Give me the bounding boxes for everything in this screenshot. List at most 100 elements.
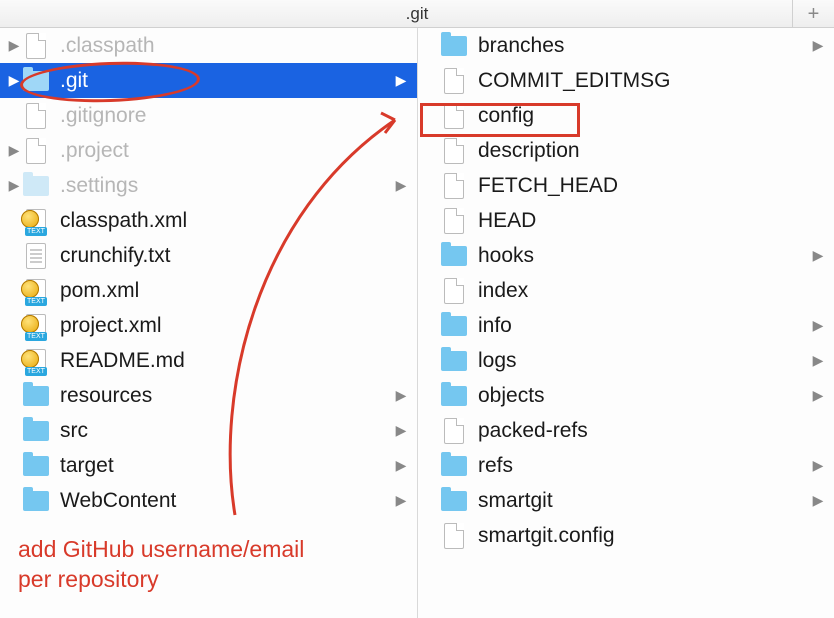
item-label: target xyxy=(60,454,393,478)
list-item[interactable]: index xyxy=(418,273,834,308)
plus-icon: + xyxy=(808,3,820,26)
text-file-icon xyxy=(22,242,50,270)
expand-arrow-left[interactable]: ▶ xyxy=(6,177,22,194)
expand-arrow-right[interactable]: ▶ xyxy=(810,492,834,509)
expand-arrow-right[interactable]: ▶ xyxy=(810,317,834,334)
list-item[interactable]: smartgit▶ xyxy=(418,483,834,518)
item-label: src xyxy=(60,419,393,443)
folder-icon xyxy=(22,172,50,200)
list-item[interactable]: TEXT README.md xyxy=(0,343,417,378)
item-label: .git xyxy=(60,69,393,93)
expand-arrow-right[interactable]: ▶ xyxy=(393,457,417,474)
expand-arrow-right[interactable]: ▶ xyxy=(810,387,834,404)
list-item[interactable]: ▶.git▶ xyxy=(0,63,417,98)
column-right[interactable]: branches▶COMMIT_EDITMSGconfigdescription… xyxy=(418,28,834,618)
list-item[interactable]: .gitignore xyxy=(0,98,417,133)
list-item[interactable]: TEXT project.xml xyxy=(0,308,417,343)
list-item[interactable]: refs▶ xyxy=(418,448,834,483)
new-tab-button[interactable]: + xyxy=(792,0,834,28)
item-label: .gitignore xyxy=(60,104,393,128)
list-item[interactable]: resources▶ xyxy=(0,378,417,413)
list-item[interactable]: crunchify.txt xyxy=(0,238,417,273)
expand-arrow-right[interactable]: ▶ xyxy=(393,72,417,89)
item-label: logs xyxy=(478,349,810,373)
list-item[interactable]: description xyxy=(418,133,834,168)
folder-icon xyxy=(440,382,468,410)
list-item[interactable]: hooks▶ xyxy=(418,238,834,273)
item-label: smartgit xyxy=(478,489,810,513)
list-item[interactable]: TEXTclasspath.xml xyxy=(0,203,417,238)
list-item[interactable]: packed-refs xyxy=(418,413,834,448)
expand-arrow-left[interactable]: ▶ xyxy=(6,72,22,89)
folder-icon xyxy=(22,417,50,445)
list-item[interactable]: objects▶ xyxy=(418,378,834,413)
file-icon xyxy=(440,417,468,445)
list-item[interactable]: WebContent▶ xyxy=(0,483,417,518)
expand-arrow-right[interactable]: ▶ xyxy=(393,387,417,404)
file-icon xyxy=(440,102,468,130)
folder-icon xyxy=(440,312,468,340)
xml-file-icon: TEXT xyxy=(22,277,50,305)
item-label: WebContent xyxy=(60,489,393,513)
expand-arrow-right[interactable]: ▶ xyxy=(810,247,834,264)
item-label: .settings xyxy=(60,174,393,198)
item-label: info xyxy=(478,314,810,338)
expand-arrow-right[interactable]: ▶ xyxy=(393,422,417,439)
item-label: description xyxy=(478,139,810,163)
item-label: HEAD xyxy=(478,209,810,233)
item-label: .classpath xyxy=(60,34,393,58)
folder-icon xyxy=(440,347,468,375)
item-label: branches xyxy=(478,34,810,58)
file-icon xyxy=(22,102,50,130)
list-item[interactable]: smartgit.config xyxy=(418,518,834,553)
list-item[interactable]: TEXT pom.xml xyxy=(0,273,417,308)
folder-icon xyxy=(440,452,468,480)
expand-arrow-left[interactable]: ▶ xyxy=(6,37,22,54)
list-item[interactable]: branches▶ xyxy=(418,28,834,63)
item-label: crunchify.txt xyxy=(60,244,393,268)
item-label: .project xyxy=(60,139,393,163)
expand-arrow-right[interactable]: ▶ xyxy=(810,37,834,54)
list-item[interactable]: ▶.settings▶ xyxy=(0,168,417,203)
item-label: config xyxy=(478,104,810,128)
expand-arrow-right[interactable]: ▶ xyxy=(393,177,417,194)
xml-file-icon: TEXT xyxy=(22,347,50,375)
item-label: project.xml xyxy=(60,314,393,338)
list-item[interactable]: FETCH_HEAD xyxy=(418,168,834,203)
list-item[interactable]: config xyxy=(418,98,834,133)
file-icon xyxy=(440,277,468,305)
column-left[interactable]: ▶.classpath▶.git▶.gitignore▶.project▶.se… xyxy=(0,28,418,618)
expand-arrow-left[interactable]: ▶ xyxy=(6,142,22,159)
item-label: packed-refs xyxy=(478,419,810,443)
folder-icon xyxy=(440,32,468,60)
expand-arrow-right[interactable]: ▶ xyxy=(810,352,834,369)
folder-icon xyxy=(440,487,468,515)
file-icon xyxy=(440,172,468,200)
expand-arrow-right[interactable]: ▶ xyxy=(393,492,417,509)
xml-file-icon: TEXT xyxy=(22,312,50,340)
list-item[interactable]: ▶ .classpath xyxy=(0,28,417,63)
item-label: hooks xyxy=(478,244,810,268)
folder-icon xyxy=(22,452,50,480)
list-item[interactable]: ▶ .project xyxy=(0,133,417,168)
item-label: objects xyxy=(478,384,810,408)
item-label: FETCH_HEAD xyxy=(478,174,810,198)
list-item[interactable]: HEAD xyxy=(418,203,834,238)
file-icon xyxy=(22,137,50,165)
folder-icon xyxy=(22,67,50,95)
file-icon xyxy=(440,207,468,235)
list-item[interactable]: target▶ xyxy=(0,448,417,483)
expand-arrow-right[interactable]: ▶ xyxy=(810,457,834,474)
file-icon xyxy=(440,67,468,95)
item-label: classpath.xml xyxy=(60,209,393,233)
list-item[interactable]: info▶ xyxy=(418,308,834,343)
file-icon xyxy=(440,137,468,165)
item-label: pom.xml xyxy=(60,279,393,303)
list-item[interactable]: COMMIT_EDITMSG xyxy=(418,63,834,98)
list-item[interactable]: logs▶ xyxy=(418,343,834,378)
folder-icon xyxy=(22,487,50,515)
item-label: index xyxy=(478,279,810,303)
list-item[interactable]: src▶ xyxy=(0,413,417,448)
title-bar: .git + xyxy=(0,0,834,28)
item-label: README.md xyxy=(60,349,393,373)
